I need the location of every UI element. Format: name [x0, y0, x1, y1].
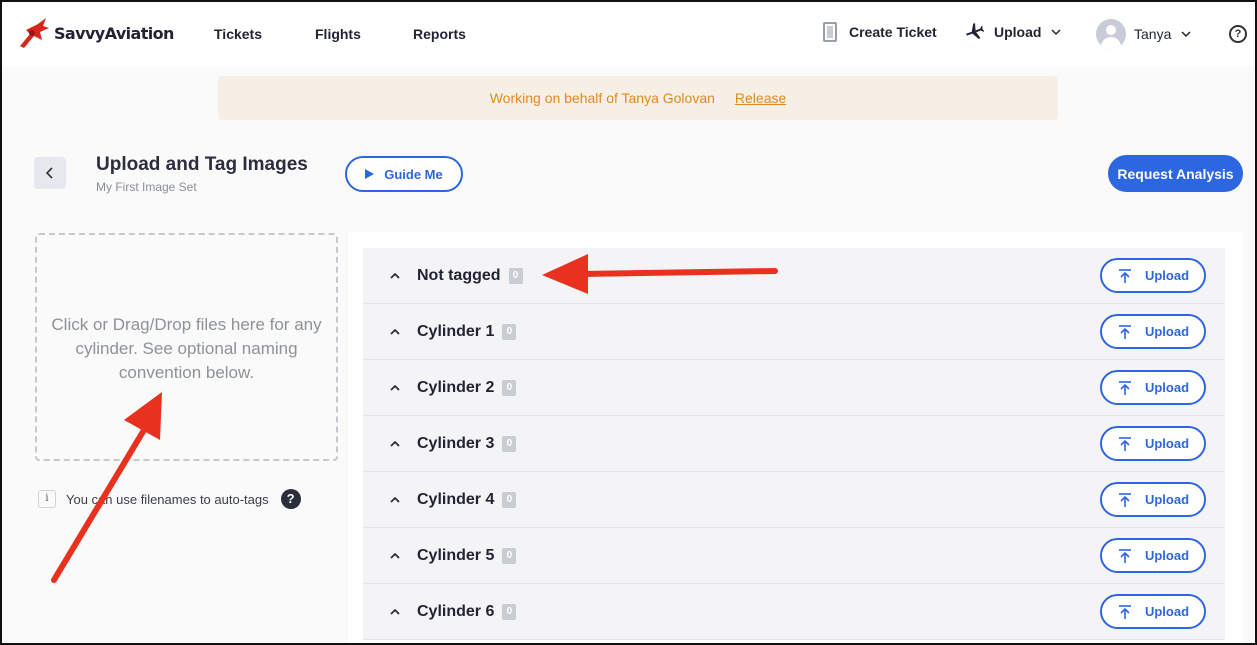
tag-row-cylinder-6: Cylinder 6 0 Upload — [363, 584, 1225, 640]
upload-label: Upload — [1144, 604, 1190, 619]
upload-label: Upload — [1144, 268, 1190, 283]
nav-tickets[interactable]: Tickets — [214, 26, 262, 42]
guide-me-button[interactable]: Guide Me — [345, 156, 463, 192]
upload-label: Upload — [1144, 380, 1190, 395]
tag-count-badge: 0 — [502, 491, 517, 508]
upload-label: Upload — [1144, 492, 1190, 507]
upload-button[interactable]: Upload — [1100, 370, 1206, 405]
airplane-icon — [966, 23, 984, 39]
upload-icon — [1118, 380, 1131, 395]
tag-count-badge: 0 — [508, 267, 523, 284]
tag-count-badge: 0 — [502, 379, 517, 396]
upload-icon — [1118, 604, 1131, 619]
chevron-up-icon[interactable] — [389, 494, 401, 506]
upload-label: Upload — [1144, 436, 1190, 451]
tag-row-cylinder-3: Cylinder 3 0 Upload — [363, 416, 1225, 472]
upload-menu[interactable]: Upload — [964, 22, 1061, 42]
chevron-up-icon[interactable] — [389, 606, 401, 618]
tag-name: Cylinder 1 — [417, 322, 495, 340]
chevron-up-icon[interactable] — [389, 438, 401, 450]
banner-text: Working on behalf of Tanya Golovan — [489, 90, 715, 106]
upload-button[interactable]: Upload — [1100, 258, 1206, 293]
tag-name: Not tagged — [417, 266, 501, 284]
info-icon: i — [38, 490, 56, 508]
tag-name: Cylinder 2 — [417, 378, 495, 396]
user-name: Tanya — [1134, 26, 1172, 42]
create-ticket-label: Create Ticket — [849, 24, 937, 40]
nav-flights[interactable]: Flights — [315, 26, 361, 42]
upload-button[interactable]: Upload — [1100, 538, 1206, 573]
avatar — [1096, 19, 1126, 49]
chevron-up-icon[interactable] — [389, 270, 401, 282]
chevron-up-icon[interactable] — [389, 550, 401, 562]
question-icon[interactable]: ? — [280, 489, 301, 509]
file-dropzone[interactable]: Click or Drag/Drop files here for any cy… — [35, 233, 338, 461]
user-menu[interactable]: Tanya — [1096, 19, 1191, 49]
tag-name: Cylinder 4 — [417, 490, 495, 508]
tag-row-cylinder-1: Cylinder 1 0 Upload — [363, 304, 1225, 360]
brand-logo[interactable]: SavvyAviation — [16, 16, 174, 50]
page-title: Upload and Tag Images — [96, 154, 308, 175]
ticket-icon — [823, 22, 837, 42]
tag-count-badge: 0 — [502, 323, 517, 340]
upload-icon — [1118, 324, 1131, 339]
savvy-logo-icon — [20, 18, 49, 48]
upload-button[interactable]: Upload — [1100, 594, 1206, 629]
impersonation-banner: Working on behalf of Tanya Golovan Relea… — [218, 76, 1058, 120]
upload-button[interactable]: Upload — [1100, 426, 1206, 461]
upload-icon — [1118, 268, 1131, 283]
play-icon — [365, 169, 375, 179]
chevron-up-icon[interactable] — [389, 382, 401, 394]
upload-label: Upload — [1144, 548, 1190, 563]
back-button[interactable] — [34, 157, 66, 189]
page-subtitle: My First Image Set — [96, 180, 197, 194]
chevron-down-icon — [1051, 29, 1061, 36]
request-analysis-button[interactable]: Request Analysis — [1108, 155, 1243, 192]
chevron-up-icon[interactable] — [389, 326, 401, 338]
upload-icon — [1118, 548, 1131, 563]
hint-text: You can use filenames to auto-tags — [66, 491, 269, 507]
release-link[interactable]: Release — [735, 90, 786, 106]
tag-row-cylinder-5: Cylinder 5 0 Upload — [363, 528, 1225, 584]
tag-row-not-tagged: Not tagged 0 Upload — [363, 248, 1225, 304]
chevron-down-icon — [1181, 31, 1191, 38]
tag-row-cylinder-4: Cylinder 4 0 Upload — [363, 472, 1225, 528]
tag-name: Cylinder 5 — [417, 546, 495, 564]
brand-name: SavvyAviation — [54, 23, 174, 43]
upload-icon — [1118, 492, 1131, 507]
create-ticket-button[interactable]: Create Ticket — [823, 22, 937, 42]
upload-label: Upload — [1144, 324, 1190, 339]
top-navigation: SavvyAviation Tickets Flights Reports Cr… — [2, 2, 1255, 66]
chevron-left-icon — [45, 167, 53, 179]
upload-button[interactable]: Upload — [1100, 482, 1206, 517]
upload-menu-label: Upload — [994, 24, 1042, 40]
nav-reports[interactable]: Reports — [413, 26, 466, 42]
tag-name: Cylinder 3 — [417, 434, 495, 452]
app-window: SavvyAviation Tickets Flights Reports Cr… — [0, 0, 1257, 645]
upload-button[interactable]: Upload — [1100, 314, 1206, 349]
tag-count-badge: 0 — [502, 603, 517, 620]
upload-icon — [1118, 436, 1131, 451]
help-icon[interactable]: ? — [1229, 25, 1247, 43]
tag-row-cylinder-2: Cylinder 2 0 Upload — [363, 360, 1225, 416]
guide-me-label: Guide Me — [384, 166, 443, 182]
tag-count-badge: 0 — [502, 547, 517, 564]
tag-name: Cylinder 6 — [417, 602, 495, 620]
dropzone-text: Click or Drag/Drop files here for any cy… — [51, 315, 322, 382]
tag-list-panel: Not tagged 0 Upload Cylinder 1 0 Upload … — [348, 232, 1243, 643]
tag-count-badge: 0 — [502, 435, 517, 452]
filename-hint: i You can use filenames to auto-tags ? — [38, 489, 301, 509]
